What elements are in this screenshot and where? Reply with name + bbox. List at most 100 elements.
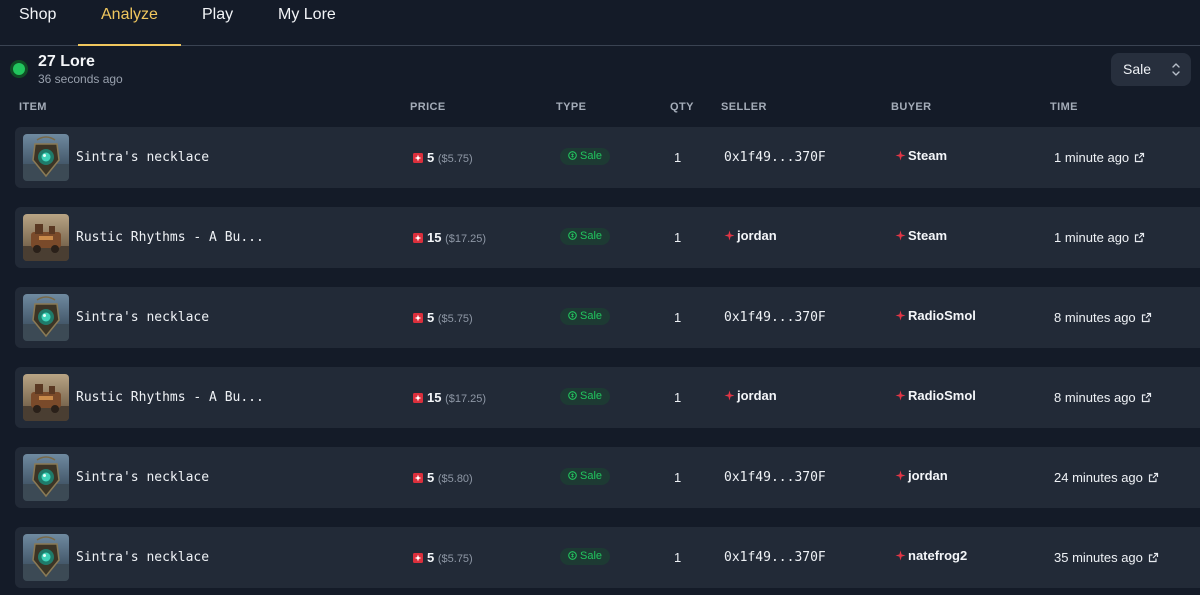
item-name[interactable]: Sintra's necklace: [76, 287, 209, 348]
item-thumbnail: [23, 534, 69, 581]
buyer-link[interactable]: Steam: [895, 205, 947, 266]
type-badge: Sale: [560, 388, 611, 405]
type-badge: Sale: [560, 468, 611, 485]
buyer-link[interactable]: jordan: [895, 445, 948, 506]
type-label: Sale: [580, 310, 603, 322]
user-star-icon: [895, 390, 906, 401]
time-link[interactable]: 8 minutes ago: [1054, 287, 1152, 348]
tab-analyze[interactable]: Analyze: [78, 0, 181, 46]
price-amount: 15: [427, 390, 442, 405]
time-link[interactable]: 1 minute ago: [1054, 207, 1145, 268]
item-name[interactable]: Rustic Rhythms - A Bu...: [76, 367, 264, 428]
column-header-item: ITEM: [19, 101, 47, 113]
type-label: Sale: [580, 550, 603, 562]
buyer-name: RadioSmol: [908, 308, 976, 323]
external-link-icon[interactable]: [1141, 392, 1152, 403]
column-header-type: TYPE: [556, 101, 587, 113]
price-usd: ($17.25): [445, 393, 487, 405]
sale-status-icon: [568, 471, 577, 480]
item-name[interactable]: Rustic Rhythms - A Bu...: [76, 207, 264, 268]
quantity-value: 1: [674, 310, 682, 325]
external-link-icon[interactable]: [1134, 152, 1145, 163]
buyer-link[interactable]: RadioSmol: [895, 285, 976, 346]
user-star-icon: [895, 310, 906, 321]
item-thumbnail: [23, 214, 69, 261]
column-header-seller: SELLER: [721, 101, 767, 113]
user-star-icon: [895, 230, 906, 241]
seller-address[interactable]: 0x1f49...370F: [724, 127, 826, 188]
time-value: 8 minutes ago: [1054, 310, 1136, 325]
seller-address[interactable]: 0x1f49...370F: [724, 287, 826, 348]
seller-link[interactable]: jordan: [724, 365, 777, 426]
live-indicator-icon: [10, 60, 28, 78]
table-row[interactable]: Sintra's necklace 5 ($5.75) Sale 1 0x1f49...…: [15, 527, 1200, 588]
table-row[interactable]: Rustic Rhythms - A Bu... 15 ($17.25) Sale 1…: [15, 367, 1200, 428]
magic-token-icon: [413, 313, 423, 323]
sale-status-icon: [568, 311, 577, 320]
external-link-icon[interactable]: [1148, 552, 1159, 563]
buyer-link[interactable]: RadioSmol: [895, 365, 976, 426]
item-count: 27 Lore: [38, 53, 95, 70]
table-row[interactable]: Sintra's necklace 5 ($5.75) Sale 1 0x1f49...…: [15, 127, 1200, 188]
type-label: Sale: [580, 390, 603, 402]
magic-token-icon: [413, 393, 423, 403]
tab-shop[interactable]: Shop: [19, 0, 56, 45]
price-amount: 5: [427, 550, 435, 565]
sale-status-icon: [568, 391, 577, 400]
user-star-icon: [724, 230, 735, 241]
external-link-icon[interactable]: [1148, 472, 1159, 483]
seller-address[interactable]: 0x1f49...370F: [724, 447, 826, 508]
seller-address[interactable]: 0x1f49...370F: [724, 527, 826, 588]
price-amount: 5: [427, 150, 435, 165]
time-link[interactable]: 8 minutes ago: [1054, 367, 1152, 428]
table-row[interactable]: Sintra's necklace 5 ($5.80) Sale 1 0x1f49...…: [15, 447, 1200, 508]
quantity-value: 1: [674, 230, 682, 245]
top-nav: Shop Analyze Play My Lore: [0, 0, 1200, 46]
seller-name: jordan: [737, 388, 777, 403]
tab-play[interactable]: Play: [202, 0, 233, 45]
time-value: 1 minute ago: [1054, 230, 1130, 245]
buyer-link[interactable]: Steam: [895, 125, 947, 186]
item-name[interactable]: Sintra's necklace: [76, 527, 209, 588]
sale-status-icon: [568, 151, 577, 160]
column-header-buyer: BUYER: [891, 101, 932, 113]
time-link[interactable]: 35 minutes ago: [1054, 527, 1159, 588]
user-star-icon: [895, 550, 906, 561]
seller-link[interactable]: jordan: [724, 205, 777, 266]
type-filter-select[interactable]: Sale: [1111, 53, 1191, 86]
type-badge: Sale: [560, 548, 611, 565]
type-label: Sale: [580, 470, 603, 482]
item-thumbnail: [23, 134, 69, 181]
quantity-value: 1: [674, 390, 682, 405]
price-amount: 5: [427, 470, 435, 485]
price-amount: 5: [427, 310, 435, 325]
user-star-icon: [895, 470, 906, 481]
table-row[interactable]: Sintra's necklace 5 ($5.75) Sale 1 0x1f49...…: [15, 287, 1200, 348]
buyer-link[interactable]: natefrog2: [895, 525, 967, 586]
price-cell: 5 ($5.75): [413, 127, 473, 188]
time-value: 35 minutes ago: [1054, 550, 1143, 565]
item-thumbnail: [23, 294, 69, 341]
price-usd: ($5.75): [437, 313, 473, 325]
sale-status-icon: [568, 551, 577, 560]
price-amount: 15: [427, 230, 442, 245]
price-cell: 15 ($17.25): [413, 367, 486, 428]
price-usd: ($5.75): [437, 153, 473, 165]
buyer-name: jordan: [908, 468, 948, 483]
external-link-icon[interactable]: [1134, 232, 1145, 243]
item-name[interactable]: Sintra's necklace: [76, 127, 209, 188]
item-name[interactable]: Sintra's necklace: [76, 447, 209, 508]
quantity-value: 1: [674, 150, 682, 165]
price-cell: 15 ($17.25): [413, 207, 486, 268]
table-row[interactable]: Rustic Rhythms - A Bu... 15 ($17.25) Sale 1…: [15, 207, 1200, 268]
time-link[interactable]: 1 minute ago: [1054, 127, 1145, 188]
price-usd: ($5.80): [437, 473, 473, 485]
external-link-icon[interactable]: [1141, 312, 1152, 323]
time-link[interactable]: 24 minutes ago: [1054, 447, 1159, 508]
price-cell: 5 ($5.80): [413, 447, 473, 508]
price-usd: ($5.75): [437, 553, 473, 565]
buyer-name: Steam: [908, 148, 948, 163]
tab-my-lore[interactable]: My Lore: [278, 0, 336, 45]
column-header-qty: QTY: [670, 101, 694, 113]
time-value: 1 minute ago: [1054, 150, 1130, 165]
